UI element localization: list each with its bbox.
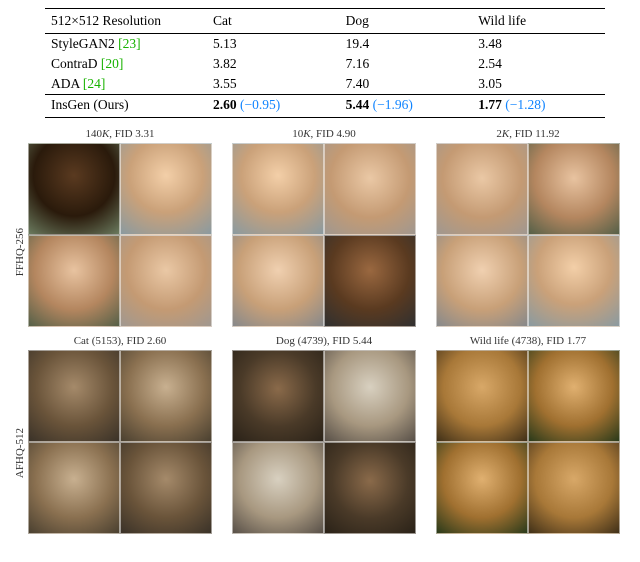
- image-quad: [232, 143, 416, 327]
- value-cell: 7.40: [340, 74, 473, 95]
- ours-delta: (−1.96): [373, 97, 413, 112]
- sample-image: [28, 235, 120, 327]
- value-cell-ours: 2.60 (−0.95): [207, 95, 340, 118]
- sample-image: [528, 143, 620, 235]
- image-quad: [28, 350, 212, 534]
- value-cell-ours: 5.44 (−1.96): [340, 95, 473, 118]
- results-table: 512×512 Resolution Cat Dog Wild life Sty…: [45, 8, 605, 118]
- citation: [24]: [83, 76, 106, 91]
- block-caption: 140K, FID 3.31: [85, 128, 154, 140]
- row-label-afhq: AFHQ-512: [14, 428, 28, 478]
- caption-size: 140: [85, 128, 102, 140]
- image-quad: [436, 143, 620, 327]
- caption-fid: , FID 3.31: [109, 128, 154, 140]
- sample-image: [232, 442, 324, 534]
- ours-delta: (−1.28): [505, 97, 545, 112]
- value-cell: 3.55: [207, 74, 340, 95]
- sample-image: [120, 442, 212, 534]
- value-cell: 5.13: [207, 34, 340, 55]
- value-cell: 7.16: [340, 54, 473, 74]
- header-dog: Dog: [340, 9, 473, 34]
- block-caption: Wild life (4738), FID 1.77: [470, 335, 586, 347]
- sample-image: [232, 350, 324, 442]
- afhq-block-cat: Cat (5153), FID 2.60: [28, 335, 212, 534]
- sample-image: [324, 350, 416, 442]
- ours-value: 1.77: [478, 97, 502, 112]
- ours-value: 2.60: [213, 97, 237, 112]
- value-cell: 19.4: [340, 34, 473, 55]
- method-cell-ours: InsGen (Ours): [45, 95, 207, 118]
- block-caption: 10K, FID 4.90: [292, 128, 356, 140]
- sample-image: [120, 350, 212, 442]
- value-cell: 2.54: [472, 54, 605, 74]
- sample-image: [28, 442, 120, 534]
- sample-image: [232, 143, 324, 235]
- table-header-row: 512×512 Resolution Cat Dog Wild life: [45, 9, 605, 34]
- table-row: ADA [24] 3.55 7.40 3.05: [45, 74, 605, 95]
- table-row: ContraD [20] 3.82 7.16 2.54: [45, 54, 605, 74]
- value-cell-ours: 1.77 (−1.28): [472, 95, 605, 118]
- image-quad: [232, 350, 416, 534]
- sample-image: [436, 350, 528, 442]
- afhq-block-dog: Dog (4739), FID 5.44: [232, 335, 416, 534]
- ours-value: 5.44: [346, 97, 370, 112]
- caption-fid: , FID 4.90: [311, 128, 356, 140]
- method-name: ADA: [51, 76, 80, 91]
- block-caption: Dog (4739), FID 5.44: [276, 335, 372, 347]
- sample-image: [28, 350, 120, 442]
- sample-image: [120, 235, 212, 327]
- row-label-ffhq: FFHQ-256: [14, 228, 28, 276]
- method-cell: StyleGAN2 [23]: [45, 34, 207, 55]
- caption-size: 10: [292, 128, 303, 140]
- header-resolution: 512×512 Resolution: [45, 9, 207, 34]
- sample-image: [436, 143, 528, 235]
- table-row: StyleGAN2 [23] 5.13 19.4 3.48: [45, 34, 605, 55]
- caption-fid: , FID 11.92: [509, 128, 559, 140]
- sample-image: [28, 143, 120, 235]
- value-cell: 3.48: [472, 34, 605, 55]
- value-cell: 3.82: [207, 54, 340, 74]
- ours-delta: (−0.95): [240, 97, 280, 112]
- ffhq-block-140k: 140K, FID 3.31: [28, 128, 212, 327]
- header-wild: Wild life: [472, 9, 605, 34]
- ffhq-block-2k: 2K, FID 11.92: [436, 128, 620, 327]
- sample-image: [436, 442, 528, 534]
- sample-image: [528, 350, 620, 442]
- citation: [23]: [118, 36, 141, 51]
- afhq-block-wild: Wild life (4738), FID 1.77: [436, 335, 620, 534]
- sample-image: [120, 143, 212, 235]
- qualitative-grid: FFHQ-256 140K, FID 3.31 10K, FID 4.90: [28, 128, 622, 534]
- image-quad: [436, 350, 620, 534]
- method-cell: ADA [24]: [45, 74, 207, 95]
- afhq-row: Cat (5153), FID 2.60 Dog (4739), FID 5.4…: [28, 335, 622, 534]
- sample-image: [528, 442, 620, 534]
- ffhq-row: 140K, FID 3.31 10K, FID 4.90: [28, 128, 622, 327]
- sample-image: [232, 235, 324, 327]
- sample-image: [324, 143, 416, 235]
- ffhq-block-10k: 10K, FID 4.90: [232, 128, 416, 327]
- header-cat: Cat: [207, 9, 340, 34]
- block-caption: Cat (5153), FID 2.60: [74, 335, 167, 347]
- sample-image: [528, 235, 620, 327]
- method-name: StyleGAN2: [51, 36, 115, 51]
- block-caption: 2K, FID 11.92: [496, 128, 559, 140]
- method-name: ContraD: [51, 56, 98, 71]
- table-row-ours: InsGen (Ours) 2.60 (−0.95) 5.44 (−1.96) …: [45, 95, 605, 118]
- citation: [20]: [101, 56, 124, 71]
- value-cell: 3.05: [472, 74, 605, 95]
- sample-image: [324, 235, 416, 327]
- sample-image: [436, 235, 528, 327]
- image-quad: [28, 143, 212, 327]
- sample-image: [324, 442, 416, 534]
- caption-sizeunit: K: [303, 128, 310, 140]
- method-cell: ContraD [20]: [45, 54, 207, 74]
